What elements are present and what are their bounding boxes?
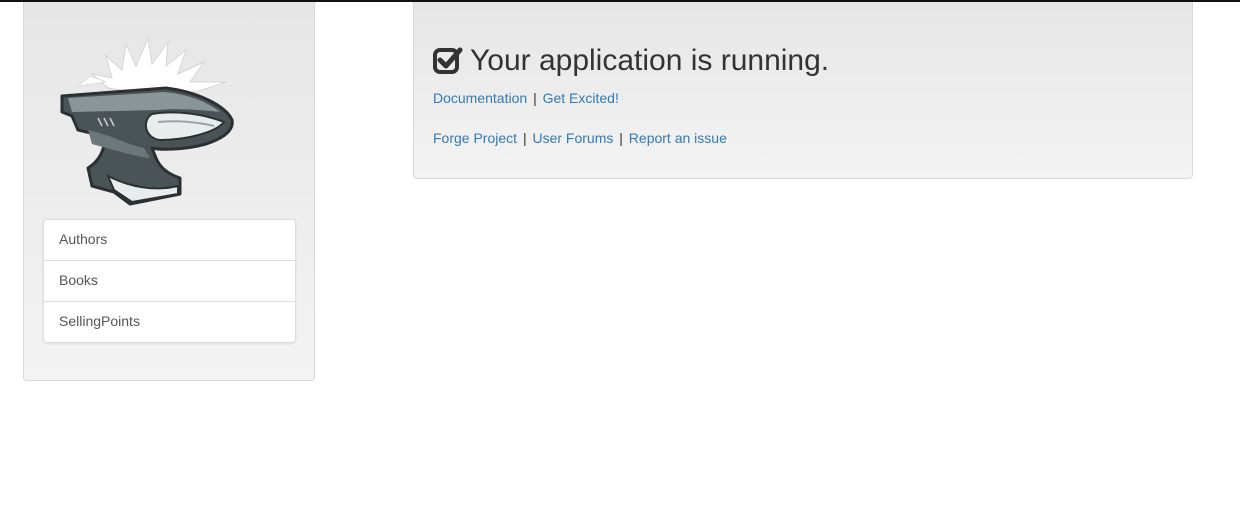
sidebar: Authors Books SellingPoints: [23, 2, 315, 381]
nav-item-sellingpoints[interactable]: SellingPoints: [44, 301, 295, 342]
entity-nav-list: Authors Books SellingPoints: [43, 219, 296, 343]
user-forums-link[interactable]: User Forums: [532, 130, 613, 146]
nav-item-books[interactable]: Books: [44, 260, 295, 301]
links-row-primary: Documentation | Get Excited!: [433, 90, 619, 106]
page-title: Your application is running.: [470, 44, 830, 77]
status-headline: Your application is running.: [433, 42, 829, 80]
documentation-link[interactable]: Documentation: [433, 90, 527, 106]
link-separator: |: [619, 130, 623, 146]
links-row-secondary: Forge Project | User Forums | Report an …: [433, 130, 727, 146]
status-panel: Your application is running. Documentati…: [413, 2, 1193, 179]
nav-item-authors[interactable]: Authors: [44, 220, 295, 260]
link-separator: |: [522, 130, 527, 146]
report-issue-link[interactable]: Report an issue: [629, 130, 727, 146]
forge-project-link[interactable]: Forge Project: [433, 130, 517, 146]
link-separator: |: [533, 90, 537, 106]
check-square-icon: [433, 47, 463, 74]
get-excited-link[interactable]: Get Excited!: [543, 90, 619, 106]
anvil-logo-icon: [60, 36, 234, 206]
